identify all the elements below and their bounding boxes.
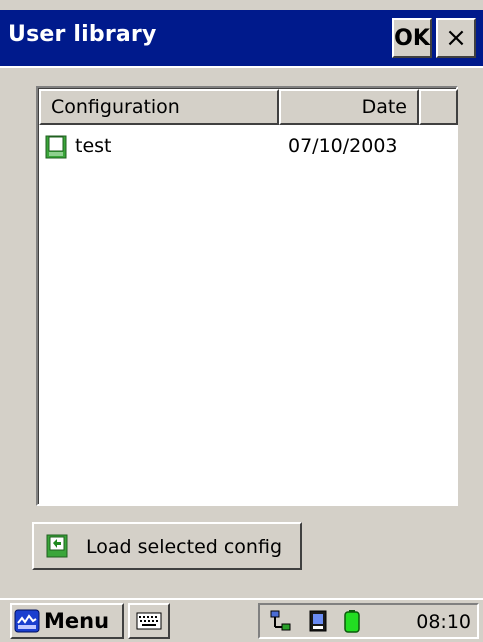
column-header-empty[interactable]	[419, 89, 458, 125]
clock: 08:10	[416, 611, 471, 633]
start-menu-label: Menu	[44, 609, 110, 633]
config-file-icon	[45, 135, 67, 159]
keyboard-icon	[136, 611, 162, 635]
title-separator	[0, 66, 483, 68]
load-button-label: Load selected config	[86, 536, 283, 558]
load-config-icon	[46, 534, 68, 558]
configuration-list[interactable]: Configuration Date test 07/10/2003	[36, 86, 458, 506]
taskbar: Menu 08:10	[0, 598, 483, 642]
app-screen: User library OK × Configuration Date tes…	[0, 0, 483, 642]
keyboard-button[interactable]	[128, 603, 170, 639]
network-icon[interactable]	[268, 609, 292, 633]
configuration-list-inner: Configuration Date test 07/10/2003	[38, 88, 458, 504]
system-tray: 08:10	[258, 603, 479, 639]
title-bar-fill: User library OK ×	[0, 10, 483, 66]
battery-icon[interactable]	[340, 609, 364, 633]
column-header-date[interactable]: Date	[279, 89, 419, 125]
device-icon[interactable]	[306, 609, 330, 633]
config-name: test	[75, 135, 112, 157]
window-title: User library	[8, 22, 157, 47]
close-button[interactable]: ×	[436, 18, 476, 58]
title-bar: User library OK ×	[0, 10, 483, 66]
start-menu-button[interactable]: Menu	[10, 603, 124, 639]
list-item[interactable]: test 07/10/2003	[41, 133, 451, 163]
config-date: 07/10/2003	[288, 135, 398, 157]
column-header-configuration[interactable]: Configuration	[39, 89, 279, 125]
ok-button[interactable]: OK	[392, 18, 432, 58]
list-header: Configuration Date	[39, 89, 458, 125]
start-menu-icon	[14, 609, 40, 633]
load-selected-config-button[interactable]: Load selected config	[32, 522, 302, 570]
